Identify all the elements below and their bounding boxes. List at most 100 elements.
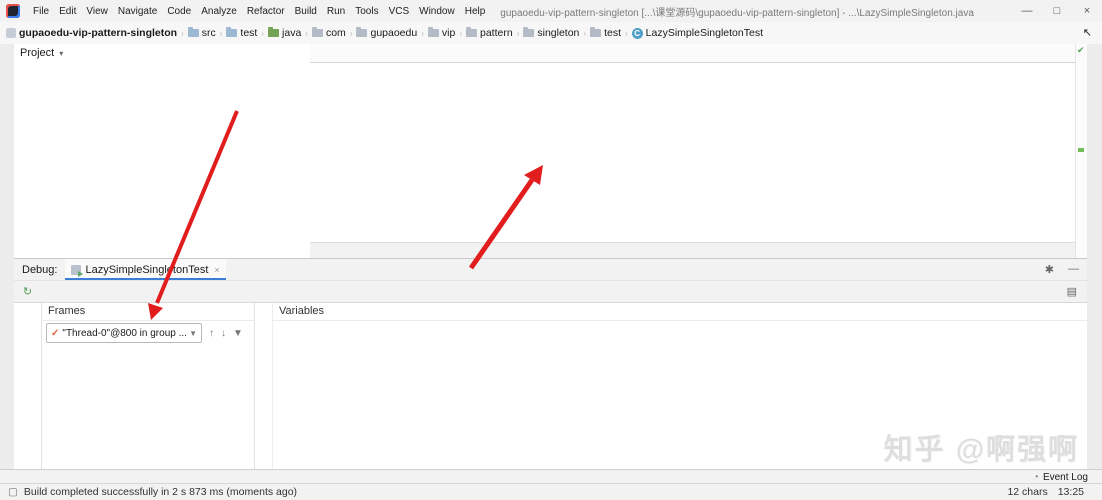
menu-vcs[interactable]: VCS [384,6,415,17]
inspection-ok-icon[interactable]: ✔ [1077,45,1085,56]
code-area[interactable] [310,63,1075,242]
breadcrumb-item[interactable]: com [311,27,346,39]
chevron-down-icon[interactable]: ▾ [59,49,63,58]
breadcrumb-separator: › [516,28,520,38]
breadcrumb-item-label: src [201,27,216,39]
menu-window[interactable]: Window [414,6,460,17]
menu-build[interactable]: Build [290,6,322,17]
breadcrumb-item[interactable]: pattern [465,27,513,39]
breadcrumb-item-label: vip [441,27,456,39]
breadcrumb-item-label: com [325,27,346,39]
breadcrumb-item-label: pattern [479,27,513,39]
breadcrumb-item-label: gupaoedu-vip-pattern-singleton [19,27,178,39]
menu-bar: File Edit View Navigate Code Analyze Refactor B… [28,6,490,17]
breadcrumb-item[interactable]: src [187,27,216,39]
run-toolbar: ↖ [1083,27,1096,39]
event-log-label: Event Log [1042,471,1088,483]
folder-gray-icon [465,27,477,37]
chevron-down-icon: ▼ [189,328,197,338]
editor-tab-bar [310,44,1075,63]
breadcrumb-separator: › [181,28,184,38]
window-controls: — □ × [1012,5,1102,17]
right-tool-strip [1086,44,1102,470]
thread-dropdown-value: "Thread-0"@800 in group ... [62,327,187,339]
menu-analyze[interactable]: Analyze [196,6,242,17]
event-log-button[interactable]: ◔ Event Log [1033,472,1102,483]
debug-session-tab[interactable]: LazySimpleSingletonTest × [65,259,226,280]
folder-gray-icon [427,27,439,37]
breadcrumb-separator: › [261,28,265,38]
next-frame-button[interactable]: ↓ [221,328,226,339]
menu-help[interactable]: Help [460,6,491,17]
build-icon: ▢ [8,486,18,498]
debug-header: Debug: LazySimpleSingletonTest × ✱ — [14,259,1087,280]
menu-view[interactable]: View [81,6,113,17]
ide-window: File Edit View Navigate Code Analyze Refactor B… [0,0,1102,500]
navigation-bar: gupaoedu-vip-pattern-singleton › src › test ›… [0,22,1102,45]
status-message: Build completed successfully in 2 s 873 … [23,486,298,498]
breadcrumb-separator: › [625,28,628,38]
ide-logo-icon [6,4,20,18]
navigation-arrow-icon[interactable]: ↖ [1083,27,1092,39]
tool-window-bar: ◔ Event Log [0,469,1102,484]
settings-icon[interactable]: ✱ [1045,263,1054,276]
folder-gray-icon [356,27,368,37]
debug-body: Frames ✓ "Thread-0"@800 in group ... ▼ ↑… [14,303,1087,470]
breadcrumb-item[interactable]: test [226,27,257,39]
breadcrumb-item-label: test [604,27,621,39]
rerun-button[interactable]: ↻ [14,285,41,298]
project-panel: Project ▾ [14,44,311,258]
hide-icon[interactable]: — [1068,263,1079,276]
layout-icon[interactable]: ▤ [1067,285,1087,298]
debug-panel: Debug: LazySimpleSingletonTest × ✱ — ↻ ▤… [14,258,1087,470]
minimize-button[interactable]: — [1012,5,1042,17]
menu-run[interactable]: Run [322,6,350,17]
char-count: 12 chars [1007,486,1048,498]
class-icon: C [631,27,643,39]
watch-mini-toolbar [255,303,273,470]
filter-icon[interactable]: ▼ [233,328,243,339]
breadcrumb-item[interactable]: test [590,27,621,39]
close-button[interactable]: × [1072,5,1102,17]
breadcrumb-item[interactable]: singleton [523,27,579,39]
breadcrumb-item[interactable]: java [268,27,301,39]
debug-session-tab-label: LazySimpleSingletonTest [85,263,209,276]
debug-toolbar: ↻ ▤ [14,280,1087,303]
breadcrumb-item[interactable]: gupaoedu-vip-pattern-singleton [6,27,177,39]
watermark: 知乎 @啊强啊 [883,434,1079,466]
breadcrumb-item-label: test [240,27,258,39]
breadcrumb-separator: › [349,28,353,38]
breadcrumb: gupaoedu-vip-pattern-singleton › src › test ›… [6,27,763,39]
editor-scrollbar[interactable]: ✔ [1075,44,1087,258]
variables-header: Variables [273,303,1087,321]
menu-navigate[interactable]: Navigate [113,6,162,17]
breadcrumb-item-label: gupaoedu [370,27,418,39]
breadcrumb-item[interactable]: C LazySimpleSingletonTest [631,27,763,39]
clock: 13:25 [1057,486,1084,498]
breadcrumb-separator: › [305,28,308,38]
breadcrumb-item-label: LazySimpleSingletonTest [645,27,763,39]
menu-tools[interactable]: Tools [350,6,383,17]
debug-label: Debug: [22,263,58,276]
breadcrumb-separator: › [219,28,223,38]
maximize-button[interactable]: □ [1042,5,1072,17]
folder-icon [226,27,238,37]
window-title: gupaoedu-vip-pattern-singleton [...\课堂源码… [500,7,974,19]
breadcrumb-item[interactable]: gupaoedu [356,27,417,39]
status-bar: ▢ Build completed successfully in 2 s 87… [0,483,1102,500]
editor: ✔ [310,44,1087,258]
breadcrumb-item[interactable]: vip [427,27,456,39]
thread-dropdown[interactable]: ✓ "Thread-0"@800 in group ... ▼ [46,323,202,343]
menu-code[interactable]: Code [162,6,196,17]
close-icon[interactable]: × [214,265,219,275]
run-config-icon [71,264,84,277]
prev-frame-button[interactable]: ↑ [209,328,214,339]
project-panel-title[interactable]: Project [20,47,54,59]
menu-refactor[interactable]: Refactor [242,6,290,17]
menu-file[interactable]: File [28,6,54,17]
frames-header: Frames [42,303,254,321]
breadcrumb-separator: › [421,28,424,38]
scrollbar-marker [1078,148,1084,152]
variables-panel: Variables 知乎 @啊强啊 [273,303,1087,470]
menu-edit[interactable]: Edit [54,6,81,17]
